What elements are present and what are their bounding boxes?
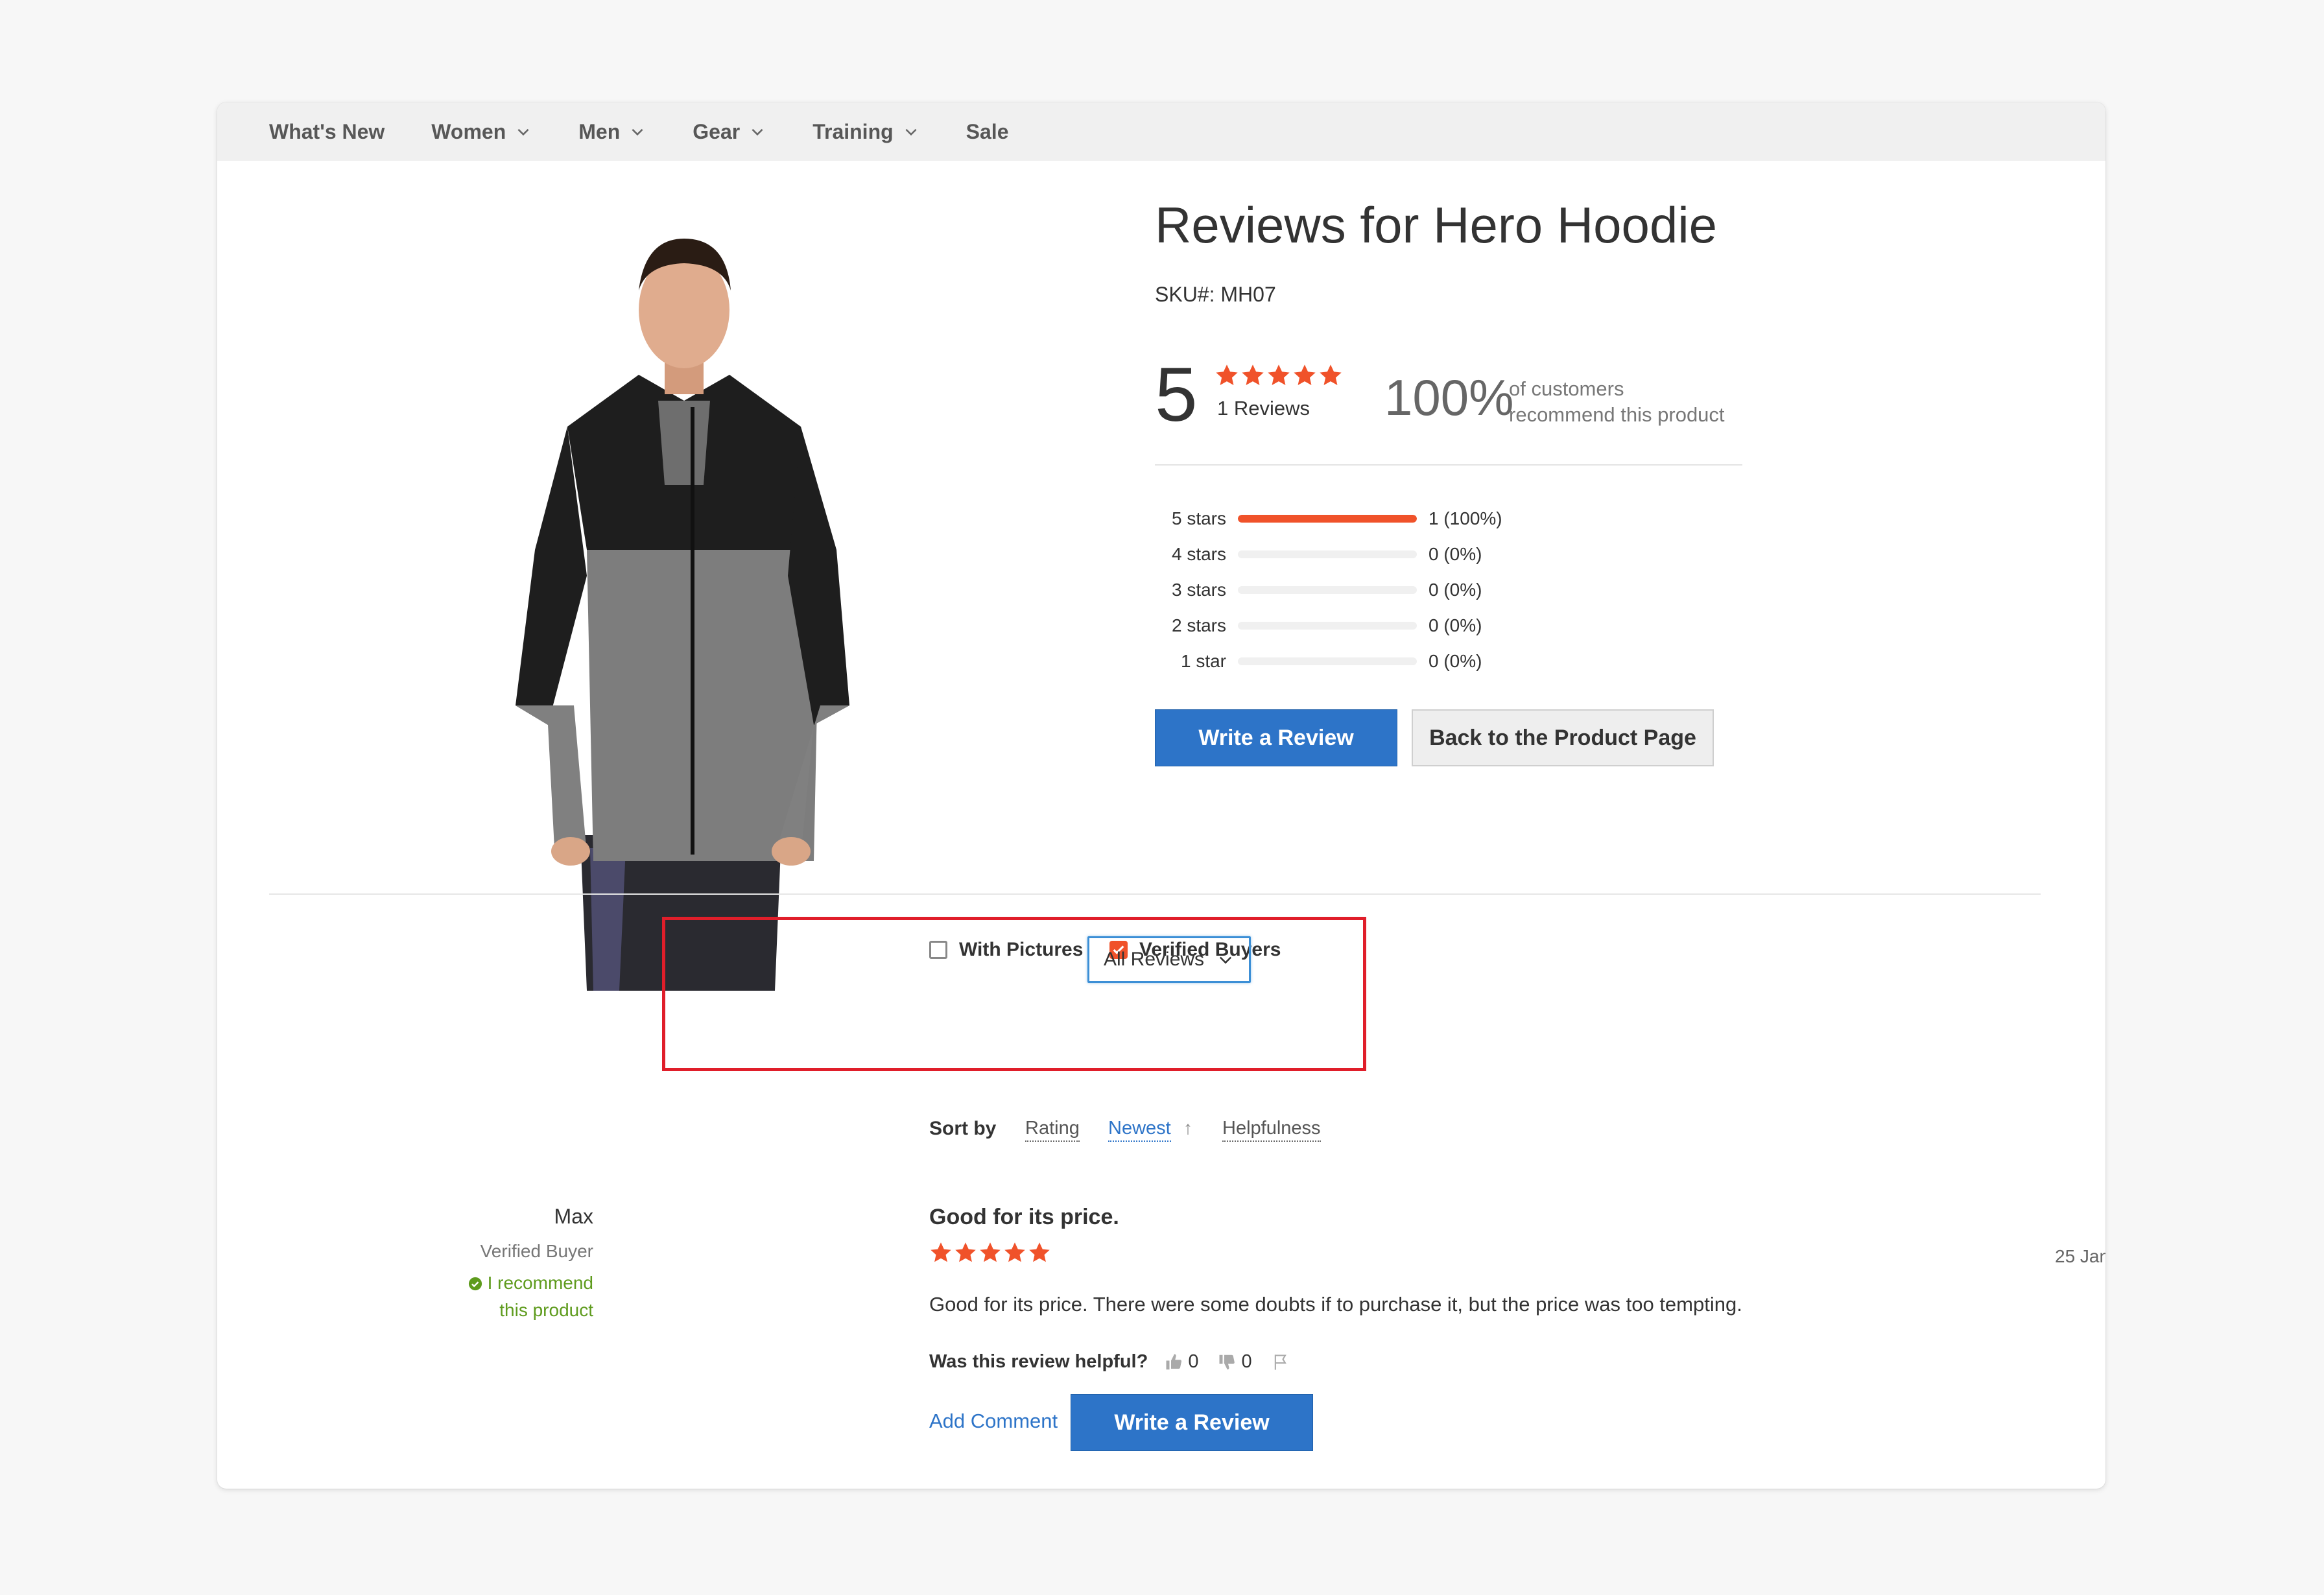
average-rating-stars: [1215, 363, 1343, 388]
star-icon: [1004, 1242, 1025, 1262]
section-divider: [269, 893, 2041, 895]
nav-item-women[interactable]: Women: [431, 120, 532, 144]
nav-item-training[interactable]: Training: [812, 120, 919, 144]
sort-option-newest[interactable]: Newest: [1108, 1118, 1171, 1142]
thumbs-down-button[interactable]: 0: [1218, 1351, 1252, 1373]
review-author: Max: [554, 1205, 593, 1228]
histogram-row-1[interactable]: 1 star 0 (0%): [1155, 643, 1502, 679]
thumbs-up-button[interactable]: 0: [1165, 1351, 1198, 1373]
histogram-fill: [1238, 514, 1417, 523]
helpful-yes-count: 0: [1188, 1351, 1199, 1372]
rating-histogram: 5 stars 1 (100%) 4 stars 0 (0%) 3 stars …: [1155, 501, 1502, 679]
review-count: 1 Reviews: [1217, 397, 1310, 419]
star-icon: [931, 1242, 951, 1262]
star-icon: [1294, 364, 1316, 386]
top-navigation: What's New Women Men Gear Training Sale: [217, 102, 2105, 161]
histogram-row-4[interactable]: 4 stars 0 (0%): [1155, 536, 1502, 572]
histogram-count: 0 (0%): [1429, 650, 1482, 671]
write-review-button-bottom[interactable]: Write a Review: [1071, 1394, 1313, 1451]
back-to-product-button[interactable]: Back to the Product Page: [1412, 709, 1714, 766]
recommend-percentage: 100%: [1384, 369, 1514, 426]
write-review-button[interactable]: Write a Review: [1155, 709, 1397, 766]
histogram-count: 0 (0%): [1429, 615, 1482, 635]
histogram-bar: [1238, 550, 1417, 558]
chevron-down-icon: [517, 128, 529, 136]
summary-divider: [1155, 464, 1742, 466]
star-icon: [1320, 364, 1342, 386]
review-date: 25 Jan 2023: [2055, 1246, 2105, 1266]
with-pictures-checkbox[interactable]: With Pictures: [929, 939, 1083, 961]
histogram-bar: [1238, 585, 1417, 594]
nav-label: Sale: [966, 119, 1009, 143]
reviews-page-card: What's New Women Men Gear Training Sale: [217, 102, 2105, 1489]
verified-buyer-badge: Verified Buyer: [480, 1241, 593, 1261]
product-sku: SKU#: MH07: [1155, 283, 1276, 306]
nav-item-whats-new[interactable]: What's New: [269, 120, 385, 144]
star-icon: [1268, 364, 1290, 386]
report-flag-button[interactable]: [1272, 1353, 1294, 1372]
review-title: Good for its price.: [929, 1205, 1119, 1229]
histogram-bar: [1238, 514, 1417, 523]
chevron-down-icon: [905, 128, 917, 136]
add-comment-link[interactable]: Add Comment: [929, 1410, 1058, 1433]
review-rating-stars: [929, 1241, 1051, 1264]
sort-direction-arrow[interactable]: ↑: [1183, 1118, 1192, 1139]
recommend-text-line2: recommend this product: [1509, 403, 1725, 426]
histogram-label: 5 stars: [1171, 508, 1226, 528]
histogram-bar: [1238, 621, 1417, 630]
histogram-count: 0 (0%): [1429, 579, 1482, 600]
review-body: Good for its price. There were some doub…: [929, 1293, 1742, 1316]
helpful-no-count: 0: [1241, 1351, 1252, 1372]
chevron-down-icon: [632, 128, 643, 136]
sort-option-helpfulness[interactable]: Helpfulness: [1222, 1118, 1321, 1142]
nav-item-sale[interactable]: Sale: [966, 120, 1009, 144]
check-circle-icon: [468, 1277, 482, 1291]
product-image: [516, 239, 849, 991]
histogram-row-5[interactable]: 5 stars 1 (100%): [1155, 501, 1502, 536]
helpful-question: Was this review helpful?: [929, 1351, 1148, 1372]
checkbox-unchecked-icon[interactable]: [929, 941, 947, 959]
page-title: Reviews for Hero Hoodie: [1155, 196, 1718, 254]
histogram-bar: [1238, 657, 1417, 665]
sort-by-label: Sort by: [929, 1118, 997, 1139]
star-icon: [1216, 364, 1238, 386]
nav-item-men[interactable]: Men: [578, 120, 646, 144]
helpful-votes: Was this review helpful? 0 0: [929, 1351, 1313, 1373]
star-icon: [980, 1242, 1001, 1262]
author-recommends: I recommend this product: [468, 1270, 593, 1324]
star-icon: [1242, 364, 1264, 386]
sort-option-rating[interactable]: Rating: [1025, 1118, 1080, 1142]
nav-label: Women: [431, 119, 506, 143]
chevron-down-icon: [1219, 956, 1232, 964]
histogram-label: 4 stars: [1171, 543, 1226, 564]
histogram-label: 1 star: [1180, 650, 1226, 671]
histogram-count: 0 (0%): [1429, 543, 1482, 564]
thumbs-down-icon: [1219, 1354, 1235, 1369]
histogram-count: 1 (100%): [1429, 508, 1502, 528]
average-score: 5: [1155, 352, 1198, 438]
nav-label: Training: [812, 119, 894, 143]
with-pictures-label: With Pictures: [959, 939, 1084, 960]
thumbs-up-icon: [1166, 1354, 1182, 1369]
select-value: All Reviews: [1104, 949, 1205, 970]
histogram-row-3[interactable]: 3 stars 0 (0%): [1155, 572, 1502, 608]
recommend-text: of customers recommend this product: [1509, 376, 1725, 428]
star-icon: [1029, 1242, 1050, 1262]
nav-item-gear[interactable]: Gear: [693, 120, 766, 144]
chevron-down-icon: [752, 128, 763, 136]
histogram-row-2[interactable]: 2 stars 0 (0%): [1155, 608, 1502, 643]
nav-label: Gear: [693, 119, 741, 143]
histogram-label: 2 stars: [1171, 615, 1226, 635]
recommend-line2: this product: [499, 1300, 593, 1320]
nav-label: Men: [578, 119, 621, 143]
nav-label: What's New: [269, 119, 385, 143]
review-filter-select[interactable]: All Reviews: [1087, 936, 1251, 983]
recommend-text-line1: of customers: [1509, 377, 1624, 400]
histogram-label: 3 stars: [1171, 579, 1226, 600]
flag-icon: [1274, 1354, 1286, 1370]
recommend-line1: I recommend: [487, 1273, 593, 1293]
star-icon: [955, 1242, 976, 1262]
